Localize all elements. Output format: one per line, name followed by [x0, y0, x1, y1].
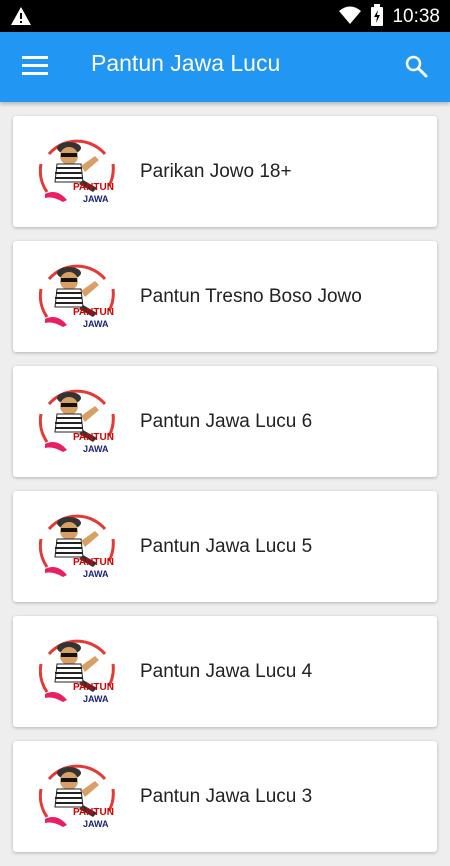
- list-item-label: Pantun Tresno Boso Jowo: [140, 286, 362, 307]
- svg-text:JAWA: JAWA: [83, 194, 109, 204]
- battery-icon: [370, 4, 384, 30]
- svg-text:PANTUN: PANTUN: [73, 807, 114, 818]
- svg-text:JAWA: JAWA: [83, 444, 109, 454]
- search-icon[interactable]: [404, 54, 428, 82]
- svg-text:PANTUN: PANTUN: [73, 682, 114, 693]
- status-bar: 10:38: [0, 0, 450, 32]
- pantun-jawa-thumbnail: PANTUN JAWA: [38, 509, 115, 585]
- pantun-jawa-thumbnail: PANTUN JAWA: [38, 134, 115, 210]
- svg-text:PANTUN: PANTUN: [73, 557, 114, 568]
- pantun-jawa-thumbnail: PANTUN JAWA: [38, 259, 115, 335]
- svg-text:JAWA: JAWA: [83, 319, 109, 329]
- svg-text:JAWA: JAWA: [83, 819, 109, 829]
- pantun-jawa-thumbnail: PANTUN JAWA: [38, 634, 115, 710]
- status-time: 10:38: [392, 6, 440, 27]
- svg-text:JAWA: JAWA: [83, 694, 109, 704]
- pantun-jawa-thumbnail: PANTUN JAWA: [38, 759, 115, 835]
- svg-text:PANTUN: PANTUN: [73, 307, 114, 318]
- list-item[interactable]: PANTUN JAWA Pantun Tresno Boso Jowo: [13, 241, 437, 352]
- list-item[interactable]: PANTUN JAWA Pantun Jawa Lucu 4: [13, 616, 437, 727]
- list-item[interactable]: PANTUN JAWA Pantun Jawa Lucu 5: [13, 491, 437, 602]
- list-item[interactable]: PANTUN JAWA Pantun Jawa Lucu 3: [13, 741, 437, 852]
- svg-text:JAWA: JAWA: [83, 569, 109, 579]
- svg-text:PANTUN: PANTUN: [73, 182, 114, 193]
- item-list: PANTUN JAWA Parikan Jowo 18+ PANTUN JAWA…: [13, 116, 437, 866]
- app-title: Pantun Jawa Lucu: [91, 50, 281, 76]
- warning-icon: [10, 6, 32, 30]
- pantun-jawa-thumbnail: PANTUN JAWA: [38, 384, 115, 460]
- list-item[interactable]: PANTUN JAWA Pantun Jawa Lucu 6: [13, 366, 437, 477]
- list-item[interactable]: PANTUN JAWA Parikan Jowo 18+: [13, 116, 437, 227]
- list-item-label: Pantun Jawa Lucu 4: [140, 661, 313, 682]
- app-bar: Pantun Jawa Lucu: [0, 32, 450, 102]
- list-item-label: Parikan Jowo 18+: [140, 161, 292, 182]
- svg-text:PANTUN: PANTUN: [73, 432, 114, 443]
- list-item-label: Pantun Jawa Lucu 5: [140, 536, 313, 557]
- wifi-icon: [338, 5, 362, 29]
- list-item-label: Pantun Jawa Lucu 3: [140, 786, 313, 807]
- menu-icon[interactable]: [22, 54, 48, 80]
- list-item-label: Pantun Jawa Lucu 6: [140, 411, 313, 432]
